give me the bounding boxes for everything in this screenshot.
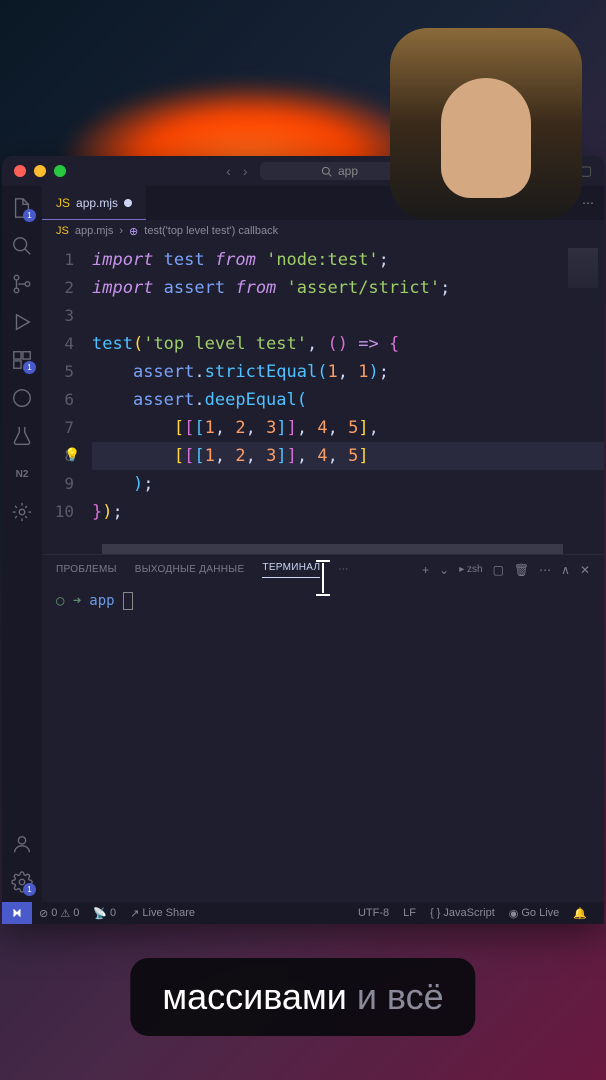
tab-app-mjs[interactable]: JS app.mjs — [42, 186, 146, 220]
lightbulb-icon[interactable]: 💡 — [64, 442, 80, 470]
video-subtitle: массивами и всё — [130, 958, 475, 1036]
more-panels-icon[interactable]: ⋯ — [338, 564, 348, 575]
error-icon: ⊘ — [39, 907, 48, 920]
method-icon: ⊕ — [129, 225, 138, 238]
explorer-icon[interactable]: 1 — [10, 196, 34, 220]
breadcrumb-symbol: test('top level test') callback — [144, 225, 278, 237]
text-cursor-icon — [312, 560, 334, 596]
extensions-icon[interactable]: 1 — [10, 348, 34, 372]
shell-chip[interactable]: ▸ zsh — [459, 564, 482, 575]
status-eol[interactable]: LF — [396, 907, 423, 920]
maximize-panel-icon[interactable]: ∧ — [561, 563, 570, 577]
wallaby-icon[interactable]: N2 — [10, 462, 34, 486]
js-file-icon: JS — [56, 196, 70, 210]
status-language[interactable]: { } JavaScript — [423, 907, 502, 920]
close-window-button[interactable] — [14, 165, 26, 177]
more-actions-icon[interactable]: ⋯ — [582, 196, 594, 210]
antenna-icon: 📡 — [93, 907, 107, 920]
nav-forward-icon[interactable]: › — [243, 163, 248, 179]
prompt-indicator: ○ ➜ — [56, 593, 81, 609]
delete-terminal-icon[interactable]: 🗑 — [514, 563, 529, 577]
new-terminal-icon[interactable]: + — [422, 563, 429, 577]
modified-indicator — [124, 199, 132, 207]
minimize-window-button[interactable] — [34, 165, 46, 177]
status-bar: ⊘0 ⚠0 📡0 ↗Live Share UTF-8 LF { } JavaSc… — [2, 902, 604, 924]
settings-badge: 1 — [23, 883, 36, 896]
horizontal-scrollbar[interactable] — [42, 544, 604, 554]
status-ports[interactable]: 📡0 — [86, 907, 123, 920]
remote-indicator[interactable] — [2, 902, 32, 924]
chevron-right-icon: › — [119, 225, 123, 237]
warning-icon: ⚠ — [60, 907, 70, 920]
source-control-icon[interactable] — [10, 272, 34, 296]
split-terminal-icon[interactable]: ▢ — [493, 563, 504, 577]
close-panel-icon[interactable]: ✕ — [580, 563, 590, 577]
line-numbers: 1 2 3 4 5 6 7 8 9 10 — [42, 242, 92, 544]
more-terminal-icon[interactable]: ⋯ — [539, 563, 551, 577]
explorer-badge: 1 — [23, 209, 36, 222]
breadcrumb[interactable]: JS app.mjs › ⊕ test('top level test') ca… — [42, 220, 604, 242]
activity-bar: 1 1 N2 — [2, 186, 42, 902]
extensions-badge: 1 — [23, 361, 36, 374]
status-golive[interactable]: ◉ Go Live — [502, 907, 567, 920]
tab-problems[interactable]: ПРОБЛЕМЫ — [56, 564, 117, 575]
minimap[interactable] — [568, 248, 598, 288]
terminal-cwd: app — [89, 593, 114, 609]
nav-back-icon[interactable]: ‹ — [226, 163, 231, 179]
search-sidebar-icon[interactable] — [10, 234, 34, 258]
tab-output[interactable]: ВЫХОДНЫЕ ДАННЫЕ — [135, 564, 245, 575]
status-errors[interactable]: ⊘0 ⚠0 — [32, 907, 86, 920]
code-content[interactable]: import test from 'node:test'; import ass… — [92, 242, 604, 544]
debug-icon[interactable] — [10, 310, 34, 334]
maximize-window-button[interactable] — [54, 165, 66, 177]
search-icon — [321, 166, 332, 177]
breadcrumb-file: app.mjs — [75, 225, 114, 237]
status-bell-icon[interactable]: 🔔 — [566, 907, 594, 920]
terminal[interactable]: ○ ➜ app — [42, 584, 604, 902]
status-encoding[interactable]: UTF-8 — [351, 907, 396, 920]
gear-icon-top[interactable] — [10, 500, 34, 524]
broadcast-icon: ◉ — [509, 907, 519, 920]
account-icon[interactable] — [10, 832, 34, 856]
terminal-cursor — [123, 592, 133, 610]
github-icon[interactable] — [10, 386, 34, 410]
webcam-overlay — [390, 28, 582, 220]
code-editor[interactable]: 1 2 3 4 5 6 7 8 9 10 import test from 'n… — [42, 242, 604, 544]
status-liveshare[interactable]: ↗Live Share — [123, 907, 202, 920]
tab-label: app.mjs — [76, 196, 118, 210]
vscode-window: ‹ › app ▢ 1 1 — [2, 156, 604, 924]
subtitle-word-2: и всё — [357, 976, 444, 1017]
search-placeholder: app — [338, 164, 358, 178]
liveshare-icon: ↗ — [130, 907, 139, 920]
js-file-icon: JS — [56, 225, 69, 237]
terminal-dropdown-icon[interactable]: ⌄ — [439, 563, 449, 577]
subtitle-word-1: массивами — [162, 976, 346, 1017]
test-icon[interactable] — [10, 424, 34, 448]
settings-gear-icon[interactable]: 1 — [10, 870, 34, 894]
